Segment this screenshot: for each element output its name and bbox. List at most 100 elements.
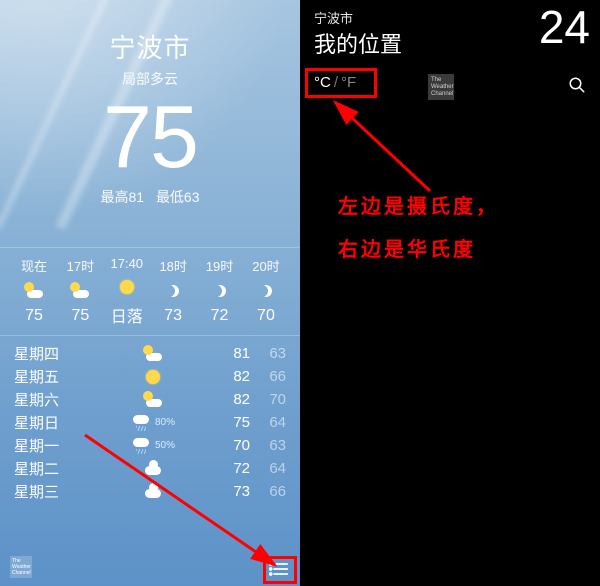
- hour-value: 72: [198, 307, 242, 325]
- low-label: 最低63: [156, 189, 200, 205]
- hour-icon-wrap: [244, 281, 288, 301]
- hour-icon-wrap: [198, 281, 242, 301]
- search-icon: [568, 76, 586, 94]
- day-icon-wrap: [118, 347, 188, 361]
- hourly-column: 17时 75: [58, 256, 102, 327]
- hour-label: 20时: [244, 256, 288, 275]
- daily-row: 星期日 80% 7564: [14, 411, 286, 434]
- hour-value: 70: [244, 307, 288, 325]
- hourly-column: 现在 75: [12, 256, 56, 327]
- hour-label: 现在: [12, 256, 56, 275]
- day-icon-wrap: [118, 486, 188, 498]
- location-temp: 24: [539, 0, 590, 54]
- hour-label: 19时: [198, 256, 242, 275]
- day-high: 75: [214, 414, 250, 431]
- day-name: 星期日: [14, 412, 92, 433]
- day-low: 63: [250, 437, 286, 454]
- day-low: 64: [250, 414, 286, 431]
- daily-row: 星期四 8163: [14, 342, 286, 365]
- daily-row: 星期三 7366: [14, 480, 286, 503]
- weather-detail-screen: 宁波市 局部多云 75 最高81 最低63 现在7517时7517:40日落18…: [0, 0, 300, 586]
- day-name: 星期一: [14, 435, 92, 456]
- day-high: 81: [214, 345, 250, 362]
- hour-icon-wrap: [151, 281, 195, 301]
- day-icon-wrap: 80%: [118, 415, 188, 431]
- day-name: 星期六: [14, 389, 92, 410]
- day-icon-wrap: [118, 393, 188, 407]
- partly-cloudy-icon: [143, 347, 163, 361]
- unit-toggle[interactable]: °C/°F: [314, 74, 356, 91]
- location-list-button[interactable]: [266, 558, 292, 580]
- unit-separator: /: [334, 74, 338, 91]
- hourly-column: 19时 72: [198, 256, 242, 327]
- day-name: 星期二: [14, 458, 92, 479]
- weather-channel-logo[interactable]: The Weather Channel: [428, 74, 454, 100]
- rain-icon: [131, 438, 151, 454]
- annotation-line-1: 左边是摄氏度，: [338, 190, 590, 219]
- cloud-icon: [143, 463, 163, 475]
- weather-header: 宁波市 局部多云 75 最高81 最低63: [0, 0, 300, 207]
- daily-row: 星期一 50% 7063: [14, 434, 286, 457]
- hour-value: 75: [12, 307, 56, 325]
- annotation-text: 左边是摄氏度， 右边是华氏度: [338, 190, 590, 276]
- weather-channel-logo: The Weather Channel: [10, 556, 32, 578]
- hour-value: 75: [58, 307, 102, 325]
- day-low: 70: [250, 391, 286, 408]
- current-temp: 75: [0, 93, 300, 181]
- day-low: 64: [250, 460, 286, 477]
- hourly-column: 20时 70: [244, 256, 288, 327]
- day-low: 66: [250, 368, 286, 385]
- hour-value: 日落: [105, 303, 149, 327]
- moon-icon: [260, 285, 272, 297]
- hourly-forecast[interactable]: 现在 75 17时 75 17:40 日落 18时 73 19时 72 20时 70: [0, 247, 300, 336]
- day-low: 63: [250, 345, 286, 362]
- condition-text: 局部多云: [0, 69, 300, 89]
- moon-icon: [167, 285, 179, 297]
- hour-icon-wrap: [58, 281, 102, 301]
- partly-cloudy-icon: [143, 393, 163, 407]
- fahrenheit-option[interactable]: °F: [341, 74, 356, 91]
- day-name: 星期三: [14, 481, 92, 502]
- partly-cloudy-icon: [24, 284, 44, 298]
- day-name: 星期五: [14, 366, 92, 387]
- day-high: 70: [214, 437, 250, 454]
- day-high: 72: [214, 460, 250, 477]
- daily-forecast[interactable]: 星期四8163星期五8266星期六8270星期日80%7564星期一50%706…: [0, 336, 300, 503]
- hour-icon-wrap: [105, 277, 149, 297]
- sun-icon: [120, 280, 134, 294]
- day-low: 66: [250, 483, 286, 500]
- hourly-column: 18时 73: [151, 256, 195, 327]
- hour-label: 18时: [151, 256, 195, 275]
- day-name: 星期四: [14, 343, 92, 364]
- hour-value: 73: [151, 307, 195, 325]
- cloud-icon: [143, 486, 163, 498]
- city-name: 宁波市: [0, 28, 300, 65]
- day-icon-wrap: [118, 370, 188, 384]
- daily-row: 星期六 8270: [14, 388, 286, 411]
- rain-icon: [131, 415, 151, 431]
- annotation-line-2: 右边是华氏度: [338, 233, 590, 262]
- location-list-screen: 宁波市 我的位置 24 °C/°F The Weather Channel 左边…: [300, 0, 600, 586]
- hourly-column: 17:40 日落: [105, 256, 149, 327]
- hour-label: 17时: [58, 256, 102, 275]
- daily-row: 星期五 8266: [14, 365, 286, 388]
- day-high: 82: [214, 391, 250, 408]
- day-high: 73: [214, 483, 250, 500]
- moon-icon: [214, 285, 226, 297]
- hour-label: 17:40: [105, 256, 149, 271]
- search-button[interactable]: [568, 76, 586, 99]
- hour-icon-wrap: [12, 281, 56, 301]
- day-icon-wrap: [118, 463, 188, 475]
- partly-cloudy-icon: [70, 284, 90, 298]
- list-body: [300, 66, 600, 586]
- precip-percent: 50%: [155, 440, 175, 451]
- high-low: 最高81 最低63: [0, 187, 300, 207]
- precip-percent: 80%: [155, 417, 175, 428]
- list-icon: [269, 561, 289, 577]
- high-label: 最高81: [100, 189, 144, 205]
- celsius-option[interactable]: °C: [314, 74, 331, 91]
- sun-icon: [146, 370, 160, 384]
- day-high: 82: [214, 368, 250, 385]
- day-icon-wrap: 50%: [118, 438, 188, 454]
- daily-row: 星期二 7264: [14, 457, 286, 480]
